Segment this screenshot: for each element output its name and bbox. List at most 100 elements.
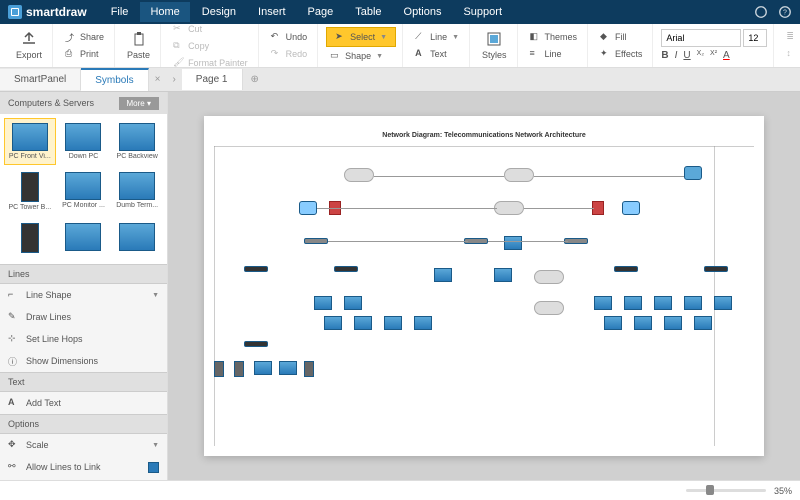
shape-tool[interactable]: ▭Shape▼ (326, 48, 387, 64)
more-symbols-button[interactable]: More ▾ (119, 97, 159, 110)
node-switch[interactable] (334, 266, 358, 272)
node-pc[interactable] (384, 316, 402, 330)
select-tool[interactable]: ➤Select▼ (326, 27, 396, 47)
notifications-icon[interactable] (754, 5, 768, 19)
copy-button[interactable]: ⧉Copy (169, 38, 213, 54)
symbol-extra-1[interactable] (4, 218, 56, 260)
line-shape-tool[interactable]: ⌐Line Shape▼ (0, 284, 167, 306)
styles-button[interactable]: Styles (478, 29, 511, 62)
fill-button[interactable]: ◆Fill (596, 29, 631, 45)
cut-button[interactable]: ✂Cut (169, 21, 206, 37)
bullet-button[interactable]: ≣Bullet (782, 29, 800, 45)
node-cloud[interactable] (494, 201, 524, 215)
node-hub[interactable] (304, 238, 328, 244)
node-server[interactable] (234, 361, 244, 377)
node-switch[interactable] (244, 266, 268, 272)
symbol-pc-tower[interactable]: PC Tower B... (4, 167, 56, 216)
node-switch[interactable] (244, 341, 268, 347)
node-pc[interactable] (624, 296, 642, 310)
node-pc[interactable] (684, 296, 702, 310)
node-pc[interactable] (279, 361, 297, 375)
zoom-slider[interactable] (686, 489, 766, 492)
font-color-button[interactable]: A (723, 50, 730, 61)
node-cloud[interactable] (344, 168, 374, 182)
draw-lines-tool[interactable]: ✎Draw Lines (0, 306, 167, 328)
node-switch[interactable] (622, 201, 640, 215)
add-text-tool[interactable]: AAdd Text (0, 392, 167, 414)
subscript-button[interactable]: X₂ (697, 50, 704, 61)
share-button[interactable]: ⤴Share (61, 29, 108, 45)
font-name-input[interactable] (661, 29, 741, 47)
menu-home[interactable]: Home (140, 2, 189, 22)
node-pc[interactable] (714, 296, 732, 310)
symbol-extra-2[interactable] (58, 218, 110, 260)
menu-page[interactable]: Page (298, 2, 344, 22)
node-cloud[interactable] (534, 301, 564, 315)
menu-insert[interactable]: Insert (248, 2, 296, 22)
node-pc[interactable] (664, 316, 682, 330)
menu-design[interactable]: Design (192, 2, 246, 22)
allow-lines-link-tool[interactable]: ⚯Allow Lines to Link (0, 456, 167, 478)
canvas-area[interactable]: Network Diagram: Telecommunications Netw… (168, 92, 800, 480)
font-size-input[interactable] (743, 29, 767, 47)
node-server[interactable] (214, 361, 224, 377)
line-hops-tool[interactable]: ⊹Set Line Hops (0, 328, 167, 350)
tab-add-page[interactable]: ⊕ (243, 74, 267, 85)
scale-tool[interactable]: ✥Scale▼ (0, 434, 167, 456)
bold-button[interactable]: B (661, 50, 668, 61)
paste-button[interactable]: Paste (123, 29, 154, 62)
node-pc[interactable] (494, 268, 512, 282)
tab-nav-right[interactable]: › (166, 74, 181, 85)
export-button[interactable]: Export (12, 29, 46, 62)
line-tool[interactable]: ⟋Line▼ (411, 29, 463, 45)
tab-symbols-close[interactable]: × (149, 74, 167, 85)
italic-button[interactable]: I (675, 50, 678, 61)
node-pc[interactable] (634, 316, 652, 330)
symbol-down-pc[interactable]: Down PC (58, 118, 110, 165)
symbol-pc-backview[interactable]: PC Backview (111, 118, 163, 165)
node-pc[interactable] (654, 296, 672, 310)
node-pc[interactable] (344, 296, 362, 310)
underline-button[interactable]: U (683, 50, 690, 61)
zoom-thumb[interactable] (706, 485, 714, 495)
show-dimensions-tool[interactable]: ⓘShow Dimensions (0, 350, 167, 372)
node-pc[interactable] (324, 316, 342, 330)
text-tool[interactable]: AText (411, 46, 451, 62)
menu-support[interactable]: Support (453, 2, 512, 22)
node-pc[interactable] (694, 316, 712, 330)
allow-lines-checkbox[interactable] (148, 462, 159, 473)
node-pc[interactable] (604, 316, 622, 330)
node-pc[interactable] (314, 296, 332, 310)
node-switch[interactable] (704, 266, 728, 272)
node-server[interactable] (304, 361, 314, 377)
symbol-extra-3[interactable] (111, 218, 163, 260)
node-pc[interactable] (354, 316, 372, 330)
print-button[interactable]: ⎙Print (61, 46, 103, 62)
line-style-button[interactable]: ≡Line (526, 46, 566, 62)
node-cloud[interactable] (504, 168, 534, 182)
symbol-pc-front[interactable]: PC Front Vi... (4, 118, 56, 165)
themes-button[interactable]: ◧Themes (526, 29, 582, 45)
node-pc[interactable] (414, 316, 432, 330)
diagram-page[interactable]: Network Diagram: Telecommunications Netw… (204, 116, 764, 456)
node-pc[interactable] (434, 268, 452, 282)
symbol-dumb-terminal[interactable]: Dumb Term... (111, 167, 163, 216)
node-pc[interactable] (504, 236, 522, 250)
tab-symbols[interactable]: Symbols (81, 68, 148, 91)
node-router[interactable] (684, 166, 702, 180)
superscript-button[interactable]: X² (710, 50, 717, 61)
tab-smartpanel[interactable]: SmartPanel (0, 69, 81, 90)
symbol-pc-monitor[interactable]: PC Monitor ... (58, 167, 110, 216)
node-switch[interactable] (614, 266, 638, 272)
node-pc[interactable] (594, 296, 612, 310)
spacing-button[interactable]: ↕Spacing (782, 46, 800, 62)
menu-file[interactable]: File (101, 2, 139, 22)
undo-button[interactable]: ↶Undo (267, 29, 312, 45)
menu-options[interactable]: Options (394, 2, 452, 22)
help-icon[interactable]: ? (778, 5, 792, 19)
redo-button[interactable]: ↷Redo (267, 46, 312, 62)
menu-table[interactable]: Table (345, 2, 391, 22)
effects-button[interactable]: ✦Effects (596, 46, 646, 62)
node-cloud[interactable] (534, 270, 564, 284)
node-switch[interactable] (299, 201, 317, 215)
